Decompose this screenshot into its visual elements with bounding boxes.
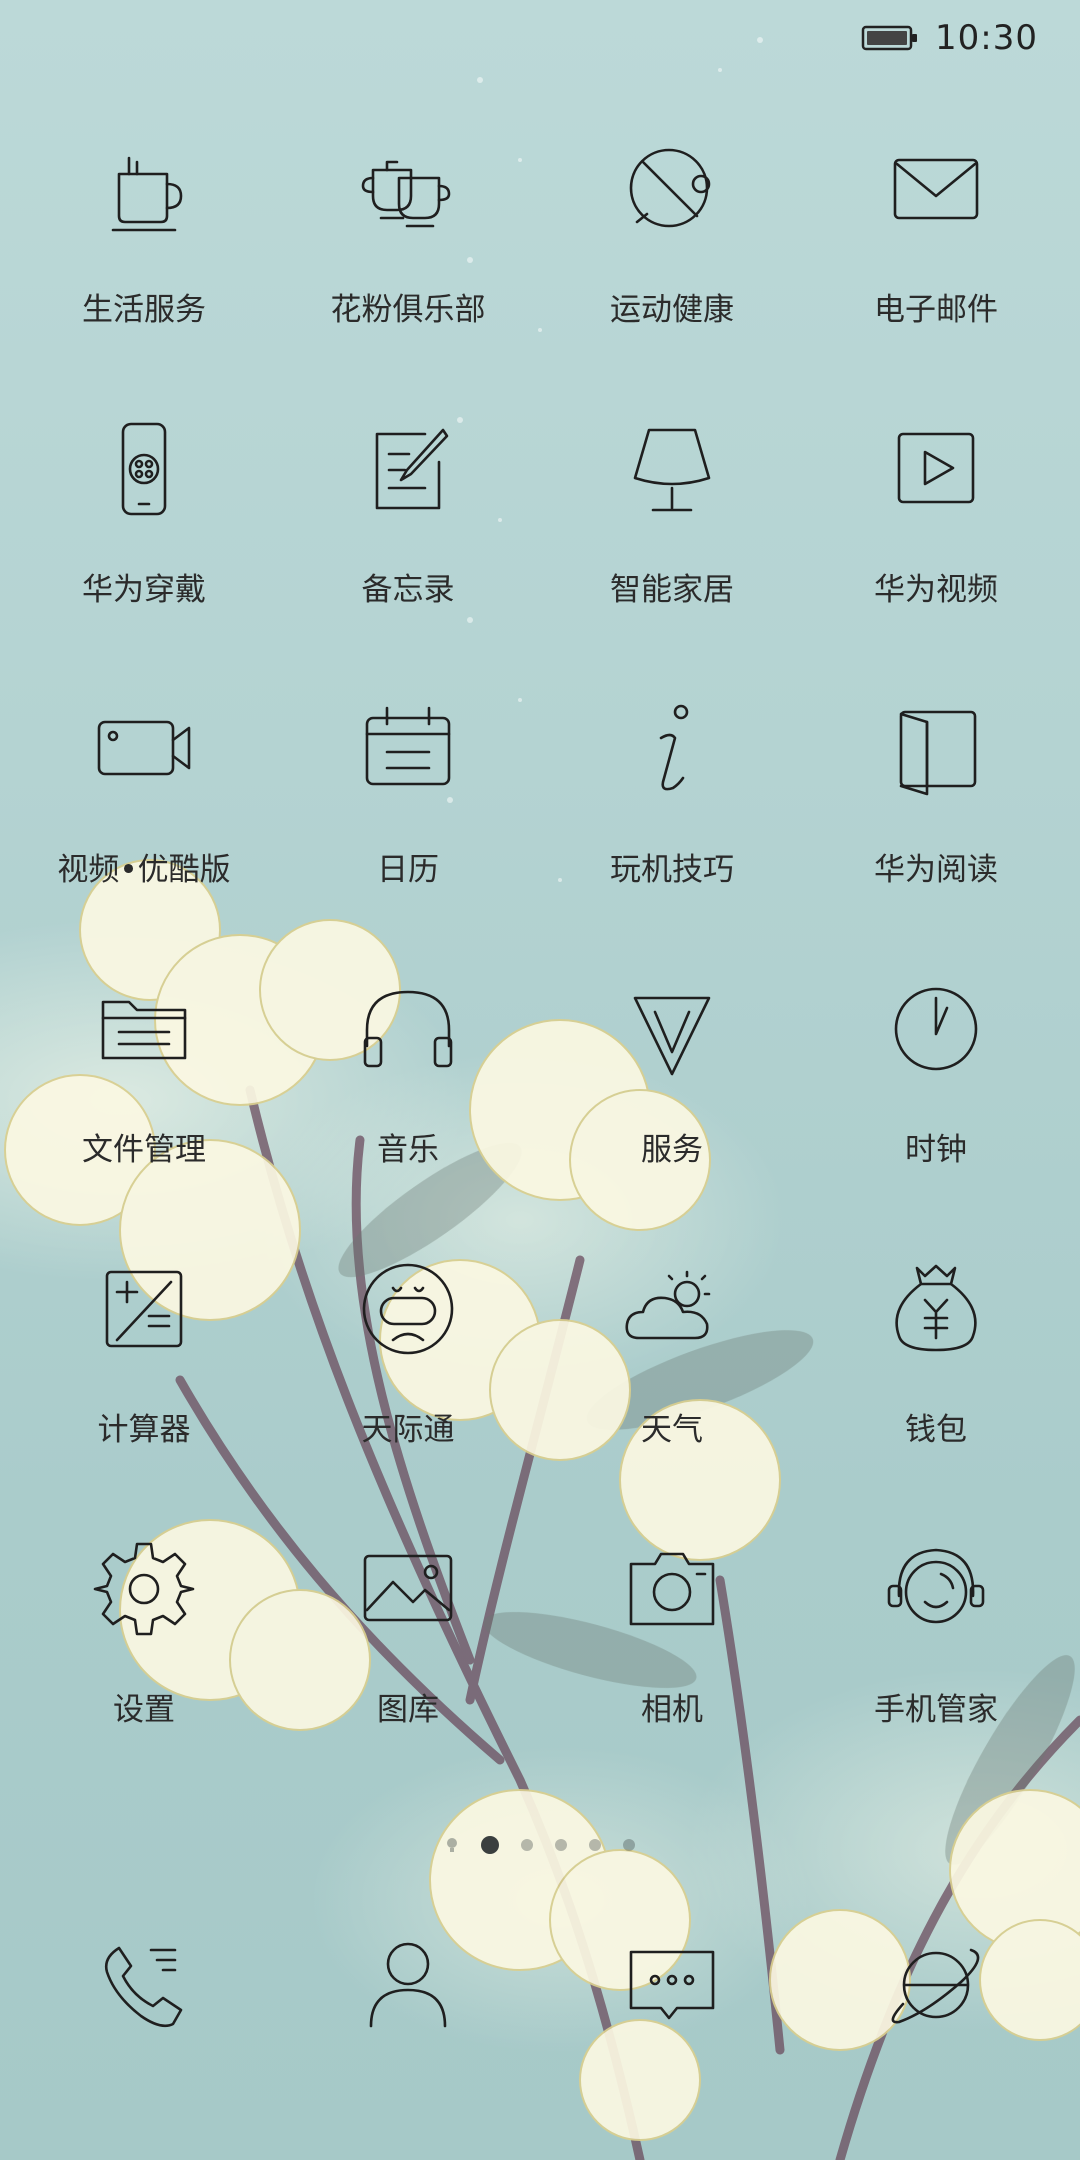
app-label: 相机 [641, 1692, 703, 1728]
app-label: 视频•优酷版 [57, 852, 231, 888]
book-icon [899, 710, 977, 796]
weather-icon [625, 1270, 711, 1340]
lightbulb-icon [447, 1838, 457, 1852]
app-label: 文件管理 [82, 1132, 206, 1168]
status-time: 10:30 [935, 18, 1038, 58]
hiboard-indicator[interactable] [445, 1838, 459, 1852]
page-indicator[interactable] [0, 1830, 1080, 1860]
calendar-icon [365, 706, 451, 786]
phone-manager-icon [887, 1548, 985, 1624]
play-icon [897, 432, 975, 504]
app-email[interactable]: 电子邮件 [804, 120, 1068, 400]
battery-icon [861, 24, 919, 52]
face-icon [362, 1263, 454, 1355]
cups-icon [361, 160, 451, 228]
status-bar: 10:30 [861, 14, 1038, 62]
app-wallet[interactable]: 钱包 [804, 1240, 1068, 1520]
app-music[interactable]: 音乐 [276, 960, 540, 1240]
dock-browser[interactable] [804, 1920, 1068, 2050]
dock-contacts[interactable] [276, 1920, 540, 2050]
envelope-icon [893, 158, 979, 220]
app-calculator[interactable]: 计算器 [12, 1240, 276, 1520]
app-phone-manager[interactable]: 手机管家 [804, 1520, 1068, 1800]
app-label: 计算器 [97, 1412, 191, 1448]
page-dot[interactable] [481, 1836, 499, 1854]
camera-icon [629, 1552, 715, 1626]
browser-icon [891, 1948, 980, 2024]
app-label: 设置 [113, 1692, 175, 1728]
app-label: 钱包 [905, 1412, 967, 1448]
app-label: 花粉俱乐部 [330, 292, 486, 328]
info-icon [659, 704, 689, 791]
app-huawei-video[interactable]: 华为视频 [804, 400, 1068, 680]
app-label: 天气 [641, 1412, 703, 1448]
app-notepad[interactable]: 备忘录 [276, 400, 540, 680]
app-camera[interactable]: 相机 [540, 1520, 804, 1800]
app-label: 玩机技巧 [610, 852, 734, 888]
page-dot[interactable] [589, 1839, 601, 1851]
app-huawei-reader[interactable]: 华为阅读 [804, 680, 1068, 960]
notepad-icon [375, 428, 449, 510]
app-smart-home[interactable]: 智能家居 [540, 400, 804, 680]
phone-icon [104, 1946, 183, 2028]
diamond-icon [633, 996, 711, 1076]
app-life-services[interactable]: 生活服务 [12, 120, 276, 400]
app-weather[interactable]: 天气 [540, 1240, 804, 1520]
app-grid: 生活服务 花粉俱乐部 运动健康 电子邮件 华为穿戴 备忘录 智能家居 华为视频 … [0, 120, 1080, 1800]
folder-icon [101, 1000, 187, 1060]
app-label: 备忘录 [361, 572, 455, 608]
calculator-icon [105, 1270, 183, 1348]
cup-icon [111, 156, 183, 232]
app-label: 天际通 [361, 1412, 455, 1448]
page-dot[interactable] [555, 1839, 567, 1851]
app-label: 运动健康 [610, 292, 734, 328]
gear-icon [93, 1542, 195, 1636]
page-dot[interactable] [623, 1839, 635, 1851]
lamp-icon [633, 428, 711, 512]
app-huafen-club[interactable]: 花粉俱乐部 [276, 120, 540, 400]
app-label: 生活服务 [82, 292, 206, 328]
headphones-icon [363, 990, 453, 1068]
dock-phone[interactable] [12, 1920, 276, 2050]
app-label: 电子邮件 [874, 292, 998, 328]
app-huawei-wear[interactable]: 华为穿戴 [12, 400, 276, 680]
wearable-icon [121, 422, 167, 516]
runner-icon [629, 148, 711, 228]
clock-icon [894, 987, 978, 1071]
app-label: 华为视频 [874, 572, 998, 608]
app-label: 智能家居 [610, 572, 734, 608]
app-tips[interactable]: 玩机技巧 [540, 680, 804, 960]
app-clock[interactable]: 时钟 [804, 960, 1068, 1240]
gallery-icon [363, 1554, 453, 1622]
app-settings[interactable]: 设置 [12, 1520, 276, 1800]
app-file-manager[interactable]: 文件管理 [12, 960, 276, 1240]
contacts-icon [369, 1942, 447, 2028]
app-services[interactable]: 服务 [540, 960, 804, 1240]
app-label: 手机管家 [874, 1692, 998, 1728]
app-label: 图库 [377, 1692, 439, 1728]
app-label: 服务 [641, 1132, 703, 1168]
app-label: 时钟 [905, 1132, 967, 1168]
app-skytone[interactable]: 天际通 [276, 1240, 540, 1520]
app-video-youku[interactable]: 视频•优酷版 [12, 680, 276, 960]
app-label: 华为阅读 [874, 852, 998, 888]
page-dot[interactable] [521, 1839, 533, 1851]
app-label: 音乐 [377, 1132, 439, 1168]
dock-messages[interactable] [540, 1920, 804, 2050]
app-label: 华为穿戴 [82, 572, 206, 608]
app-sport-health[interactable]: 运动健康 [540, 120, 804, 400]
wallet-icon [895, 1264, 977, 1352]
video-camera-icon [97, 720, 191, 776]
app-gallery[interactable]: 图库 [276, 1520, 540, 1800]
app-label: 日历 [377, 852, 439, 888]
app-calendar[interactable]: 日历 [276, 680, 540, 960]
dock [0, 1920, 1080, 2050]
messages-icon [629, 1950, 715, 2020]
